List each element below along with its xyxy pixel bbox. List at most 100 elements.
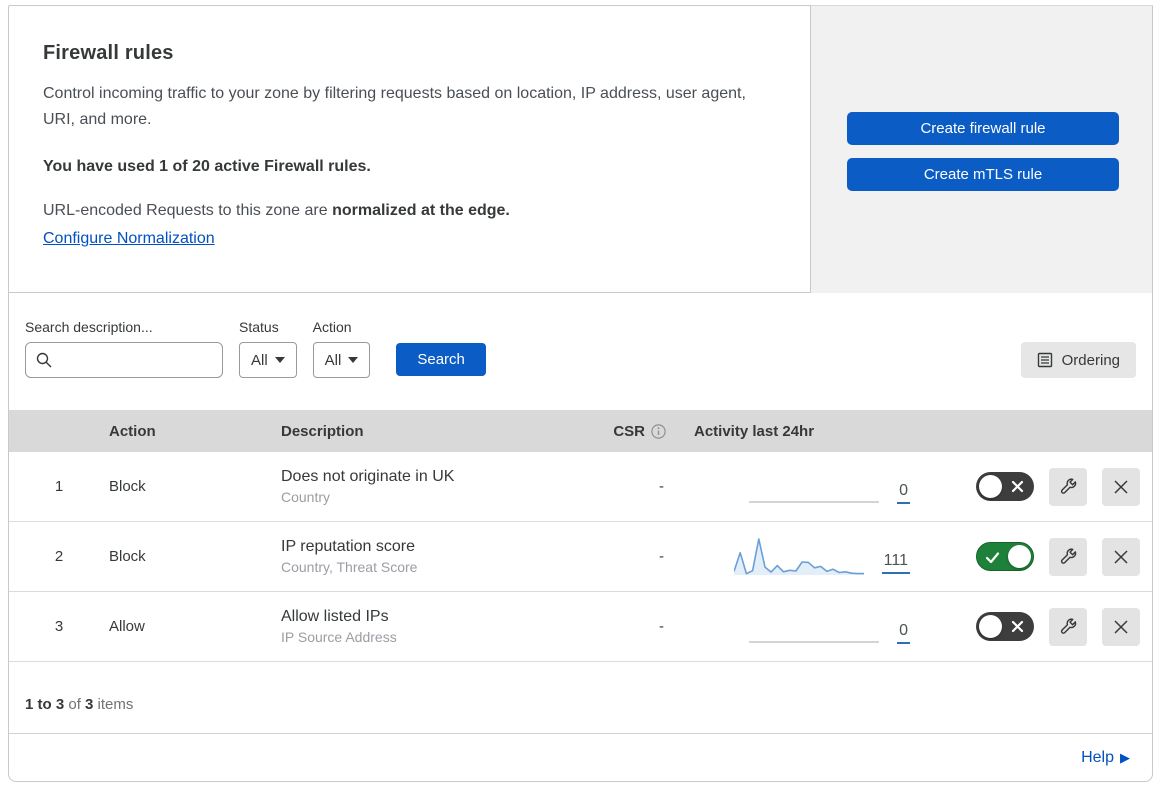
create-firewall-rule-button[interactable]: Create firewall rule [847,112,1119,145]
rule-enabled-toggle[interactable] [976,612,1034,641]
help-label: Help [1081,748,1114,766]
table-row: 2 Block IP reputation score Country, Thr… [9,522,1152,592]
rule-description: Does not originate in UK [281,468,455,485]
rule-criteria: Country [281,489,331,505]
status-filter-group: Status All [239,319,297,378]
normalization-prefix: URL-encoded Requests to this zone are [43,201,333,219]
rule-action: Allow [109,618,145,635]
rules-table: Action Description CSR Activity last 24h… [9,410,1152,662]
rule-action: Block [109,478,146,495]
rule-description: Allow listed IPs [281,608,389,625]
column-header-csr: CSR [576,423,694,440]
status-select[interactable]: All [239,342,297,378]
ordering-button-label: Ordering [1061,351,1120,369]
wrench-icon [1060,618,1076,634]
activity-sparkline [733,536,864,578]
chevron-down-icon [274,357,285,363]
status-selected-value: All [251,351,268,369]
pagination-summary: 1 to 3 of 3 items [25,696,134,713]
firewall-rules-page: Firewall rules Control incoming traffic … [0,0,1161,791]
help-arrow-icon: ▶ [1120,749,1130,765]
toggle-knob [979,475,1002,498]
x-icon [1011,480,1024,493]
rules-card: Search description... Status All Action [8,293,1153,782]
action-selected-value: All [324,351,342,369]
rule-enabled-toggle[interactable] [976,472,1034,501]
delete-rule-button[interactable] [1102,537,1140,576]
search-group: Search description... [25,319,223,378]
search-button[interactable]: Search [396,343,486,376]
wrench-icon [1060,548,1076,564]
item-range: 1 to 3 [25,696,65,713]
action-select[interactable]: All [312,342,371,378]
column-header-action: Action [109,422,156,440]
search-input[interactable] [25,342,223,378]
rule-csr-value: - [659,618,664,635]
wrench-icon [1060,478,1076,494]
rule-description-cell: Allow listed IPs IP Source Address [281,608,576,645]
actions-panel: Create firewall rule Create mTLS rule [811,5,1153,293]
intro-card: Firewall rules Control incoming traffic … [8,5,811,293]
info-icon[interactable] [651,423,666,439]
edit-rule-button[interactable] [1049,537,1087,576]
search-label: Search description... [25,319,153,335]
toggle-knob [1008,545,1031,568]
rule-controls [936,607,1152,646]
rule-controls [936,467,1152,506]
filter-bar: Search description... Status All Action [9,293,1152,378]
rule-criteria: Country, Threat Score [281,559,418,575]
chevron-down-icon [348,357,359,363]
help-link[interactable]: Help ▶ [1081,749,1130,767]
close-icon [1114,619,1128,634]
toggle-knob [979,615,1002,638]
activity-sparkline [749,606,880,648]
rule-action: Block [109,548,146,565]
rule-description-cell: IP reputation score Country, Threat Scor… [281,538,576,575]
rule-priority: 2 [54,548,64,565]
create-mtls-rule-button[interactable]: Create mTLS rule [847,158,1119,191]
search-icon [36,352,52,368]
delete-rule-button[interactable] [1102,607,1140,646]
table-header-row: Action Description CSR Activity last 24h… [9,410,1152,452]
x-icon [1011,620,1024,633]
rule-activity-cell: 0 [694,466,936,508]
rule-csr-value: - [659,548,664,565]
rule-csr-value: - [659,478,664,495]
rule-description-cell: Does not originate in UK Country [281,468,576,505]
action-filter-group: Action All [312,319,371,378]
edit-rule-button[interactable] [1049,467,1087,506]
column-header-activity: Activity last 24hr [694,422,815,440]
rule-criteria: IP Source Address [281,629,397,645]
rule-priority: 1 [54,478,64,495]
page-title: Firewall rules [43,42,174,64]
table-row: 3 Allow Allow listed IPs IP Source Addre… [9,592,1152,662]
activity-sparkline [749,466,880,508]
usage-summary: You have used 1 of 20 active Firewall ru… [43,157,371,175]
check-icon [985,552,1000,564]
status-label: Status [239,319,279,335]
close-icon [1114,479,1128,494]
activity-count-link[interactable]: 111 [881,552,910,574]
configure-normalization-link[interactable]: Configure Normalization [43,230,215,248]
intro-description: Control incoming traffic to your zone by… [43,85,746,129]
action-label: Action [312,319,352,335]
header-section: Firewall rules Control incoming traffic … [8,5,1153,293]
activity-count-link[interactable]: 0 [897,482,910,504]
rule-description: IP reputation score [281,538,416,555]
normalization-note: URL-encoded Requests to this zone are no… [43,202,776,220]
close-icon [1114,549,1128,564]
help-bar: Help ▶ [9,733,1152,781]
delete-rule-button[interactable] [1102,467,1140,506]
ordering-list-icon [1037,352,1052,368]
table-row: 1 Block Does not originate in UK Country… [9,452,1152,522]
column-header-description: Description [281,422,364,440]
rule-activity-cell: 0 [694,606,936,648]
rule-activity-cell: 111 [694,536,936,578]
rule-enabled-toggle[interactable] [976,542,1034,571]
edit-rule-button[interactable] [1049,607,1087,646]
rule-priority: 3 [54,618,64,635]
activity-count-link[interactable]: 0 [897,622,910,644]
normalization-bold: normalized at the edge. [332,201,510,219]
rule-controls [936,537,1152,576]
ordering-button[interactable]: Ordering [1020,342,1136,378]
